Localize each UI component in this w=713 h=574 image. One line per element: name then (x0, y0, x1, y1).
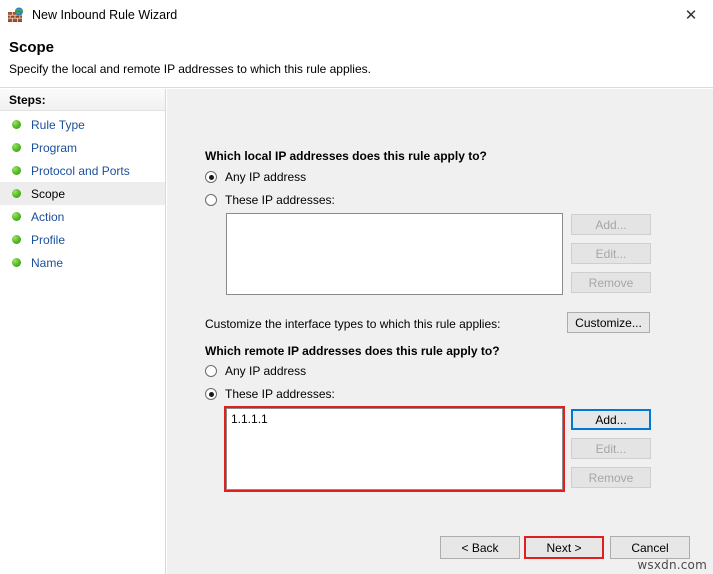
page-title: Scope (9, 39, 55, 56)
step-bullet-icon (12, 143, 21, 152)
close-icon[interactable]: ✕ (669, 0, 713, 30)
sidebar-item-label: Protocol and Ports (31, 163, 130, 178)
local-edit-button: Edit... (571, 243, 651, 264)
main-content: Which local IP addresses does this rule … (167, 89, 713, 574)
local-these-ip-radio-row[interactable]: These IP addresses: (205, 193, 335, 207)
step-bullet-icon (12, 258, 21, 267)
sidebar-item-label: Rule Type (31, 117, 85, 132)
interface-types-label: Customize the interface types to which t… (205, 317, 501, 331)
watermark: wsxdn.com (637, 558, 707, 572)
remote-these-ip-radio-row[interactable]: These IP addresses: (205, 387, 335, 401)
window-titlebar: New Inbound Rule Wizard ✕ (0, 0, 713, 30)
remote-ip-listbox[interactable]: 1.1.1.1 (226, 408, 563, 490)
remote-remove-button: Remove (571, 467, 651, 488)
sidebar-item-label: Program (31, 140, 78, 155)
step-bullet-icon (12, 235, 21, 244)
remote-edit-button: Edit... (571, 438, 651, 459)
sidebar-item-program[interactable]: Program (0, 136, 165, 159)
sidebar-item-scope[interactable]: Scope (0, 182, 165, 205)
steps-heading-label: Steps: (9, 93, 46, 107)
step-bullet-icon (12, 166, 21, 175)
step-bullet-icon (12, 120, 21, 129)
window-title: New Inbound Rule Wizard (32, 8, 178, 22)
customize-button[interactable]: Customize... (567, 312, 650, 333)
remote-ip-question: Which remote IP addresses does this rule… (205, 344, 500, 358)
sidebar-item-label: Action (31, 209, 65, 224)
next-button[interactable]: Next > (524, 536, 604, 559)
step-bullet-icon (12, 189, 21, 198)
local-any-ip-radio[interactable] (205, 171, 217, 183)
sidebar-item-label: Scope (31, 186, 66, 201)
remote-these-ip-radio[interactable] (205, 388, 217, 400)
back-button[interactable]: < Back (440, 536, 520, 559)
sidebar-item-name[interactable]: Name (0, 251, 165, 274)
sidebar-item-rule-type[interactable]: Rule Type (0, 113, 165, 136)
local-remove-button: Remove (571, 272, 651, 293)
sidebar-item-action[interactable]: Action (0, 205, 165, 228)
local-any-ip-label: Any IP address (225, 170, 307, 184)
sidebar-item-label: Profile (31, 232, 66, 247)
local-any-ip-radio-row[interactable]: Any IP address (205, 170, 306, 184)
remote-add-button[interactable]: Add... (571, 409, 651, 430)
wizard-header: Scope Specify the local and remote IP ad… (0, 30, 713, 88)
firewall-brickwall-globe-icon (8, 7, 24, 23)
steps-header: Steps: (0, 89, 165, 111)
steps-list: Rule Type Program Protocol and Ports Sco… (0, 113, 165, 274)
local-these-ip-label: These IP addresses: (225, 193, 335, 207)
local-ip-question: Which local IP addresses does this rule … (205, 149, 487, 163)
remote-any-ip-radio-row[interactable]: Any IP address (205, 364, 306, 378)
local-these-ip-radio[interactable] (205, 194, 217, 206)
local-ip-listbox[interactable] (226, 213, 563, 295)
sidebar-item-label: Name (31, 255, 64, 270)
remote-any-ip-radio[interactable] (205, 365, 217, 377)
step-bullet-icon (12, 212, 21, 221)
cancel-button[interactable]: Cancel (610, 536, 690, 559)
sidebar-item-protocol-and-ports[interactable]: Protocol and Ports (0, 159, 165, 182)
remote-any-ip-label: Any IP address (225, 364, 307, 378)
local-add-button: Add... (571, 214, 651, 235)
list-item[interactable]: 1.1.1.1 (227, 409, 562, 426)
sidebar-item-profile[interactable]: Profile (0, 228, 165, 251)
steps-sidebar: Steps: Rule Type Program Protocol and Po… (0, 89, 166, 574)
remote-these-ip-label: These IP addresses: (225, 387, 335, 401)
page-subtitle: Specify the local and remote IP addresse… (9, 62, 371, 76)
